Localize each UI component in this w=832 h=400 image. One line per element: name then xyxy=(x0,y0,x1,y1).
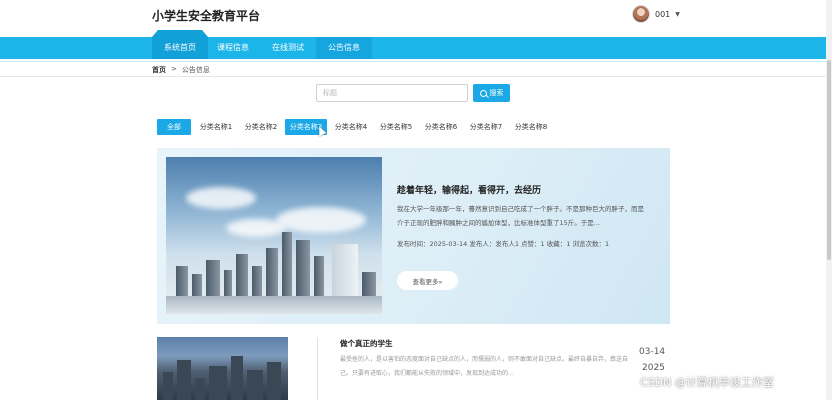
username-label[interactable]: 001 xyxy=(655,10,670,19)
nav-item-courses[interactable]: 课程信息 xyxy=(208,37,258,59)
category-1[interactable]: 分类名称1 xyxy=(195,119,237,135)
site-title: 小学生安全教育平台 xyxy=(152,9,261,23)
list-item-date: 03-14 xyxy=(639,347,666,357)
user-menu[interactable]: 001 ▼ xyxy=(632,5,680,23)
featured-description: 我在大学一年级那一年，蓦然意识到自己吃成了一个胖子。不是那种巨大的胖子，而是介于… xyxy=(397,205,644,227)
breadcrumb-divider xyxy=(0,76,832,77)
breadcrumb: 首页 > 公告信息 xyxy=(152,65,210,75)
list-item-year: 2025 xyxy=(642,363,665,373)
featured-meta: 发布时间：2025-03-14 发布人：发布人1 点赞：1 收藏：1 浏览次数：… xyxy=(397,240,610,248)
category-7[interactable]: 分类名称7 xyxy=(465,119,507,135)
featured-title[interactable]: 趁着年轻，输得起，看得开，去经历 xyxy=(397,183,541,196)
nav-item-online-test[interactable]: 在线测试 xyxy=(262,37,314,59)
main-navigation: 系统首页 课程信息 在线测试 公告信息 xyxy=(0,37,832,59)
nav-item-home[interactable]: 系统首页 xyxy=(152,37,208,59)
caret-down-icon[interactable]: ▼ xyxy=(675,11,680,18)
search-icon xyxy=(479,89,487,97)
avatar[interactable] xyxy=(632,5,650,23)
top-header: 小学生安全教育平台 001 ▼ xyxy=(0,0,832,37)
list-item-image[interactable] xyxy=(157,337,288,400)
watermark: CSDN @计算机毕设工作室 xyxy=(640,376,774,389)
view-more-button[interactable]: 查看更多» xyxy=(397,271,458,290)
nav-divider xyxy=(0,61,832,62)
category-all[interactable]: 全部 xyxy=(157,119,191,135)
list-item[interactable]: 做个真正的学生 最受挫的人，是以害怕的态度面对自己缺点的人，而懦弱的人，则不敢面… xyxy=(157,336,670,400)
search-input[interactable] xyxy=(316,84,468,102)
category-5[interactable]: 分类名称5 xyxy=(375,119,417,135)
category-4[interactable]: 分类名称4 xyxy=(330,119,372,135)
category-2[interactable]: 分类名称2 xyxy=(240,119,282,135)
category-8[interactable]: 分类名称8 xyxy=(510,119,552,135)
breadcrumb-home[interactable]: 首页 xyxy=(152,65,166,75)
category-6[interactable]: 分类名称6 xyxy=(420,119,462,135)
list-item-description: 最受挫的人，是以害怕的态度面对自己缺点的人，而懦弱的人，则不敢面对自己缺点。最终… xyxy=(340,356,629,377)
nav-item-announcements[interactable]: 公告信息 xyxy=(316,37,372,59)
breadcrumb-separator: > xyxy=(171,65,177,73)
search-button[interactable]: 搜索 xyxy=(473,84,510,102)
scrollbar-thumb[interactable] xyxy=(827,60,831,260)
list-item-title[interactable]: 做个真正的学生 xyxy=(340,338,393,349)
list-item-divider xyxy=(317,338,318,400)
featured-announcement[interactable]: 趁着年轻，输得起，看得开，去经历 我在大学一年级那一年，蓦然意识到自己吃成了一个… xyxy=(157,148,670,324)
search-button-label: 搜索 xyxy=(489,89,504,97)
breadcrumb-current: 公告信息 xyxy=(181,66,210,74)
featured-image[interactable] xyxy=(166,157,382,314)
